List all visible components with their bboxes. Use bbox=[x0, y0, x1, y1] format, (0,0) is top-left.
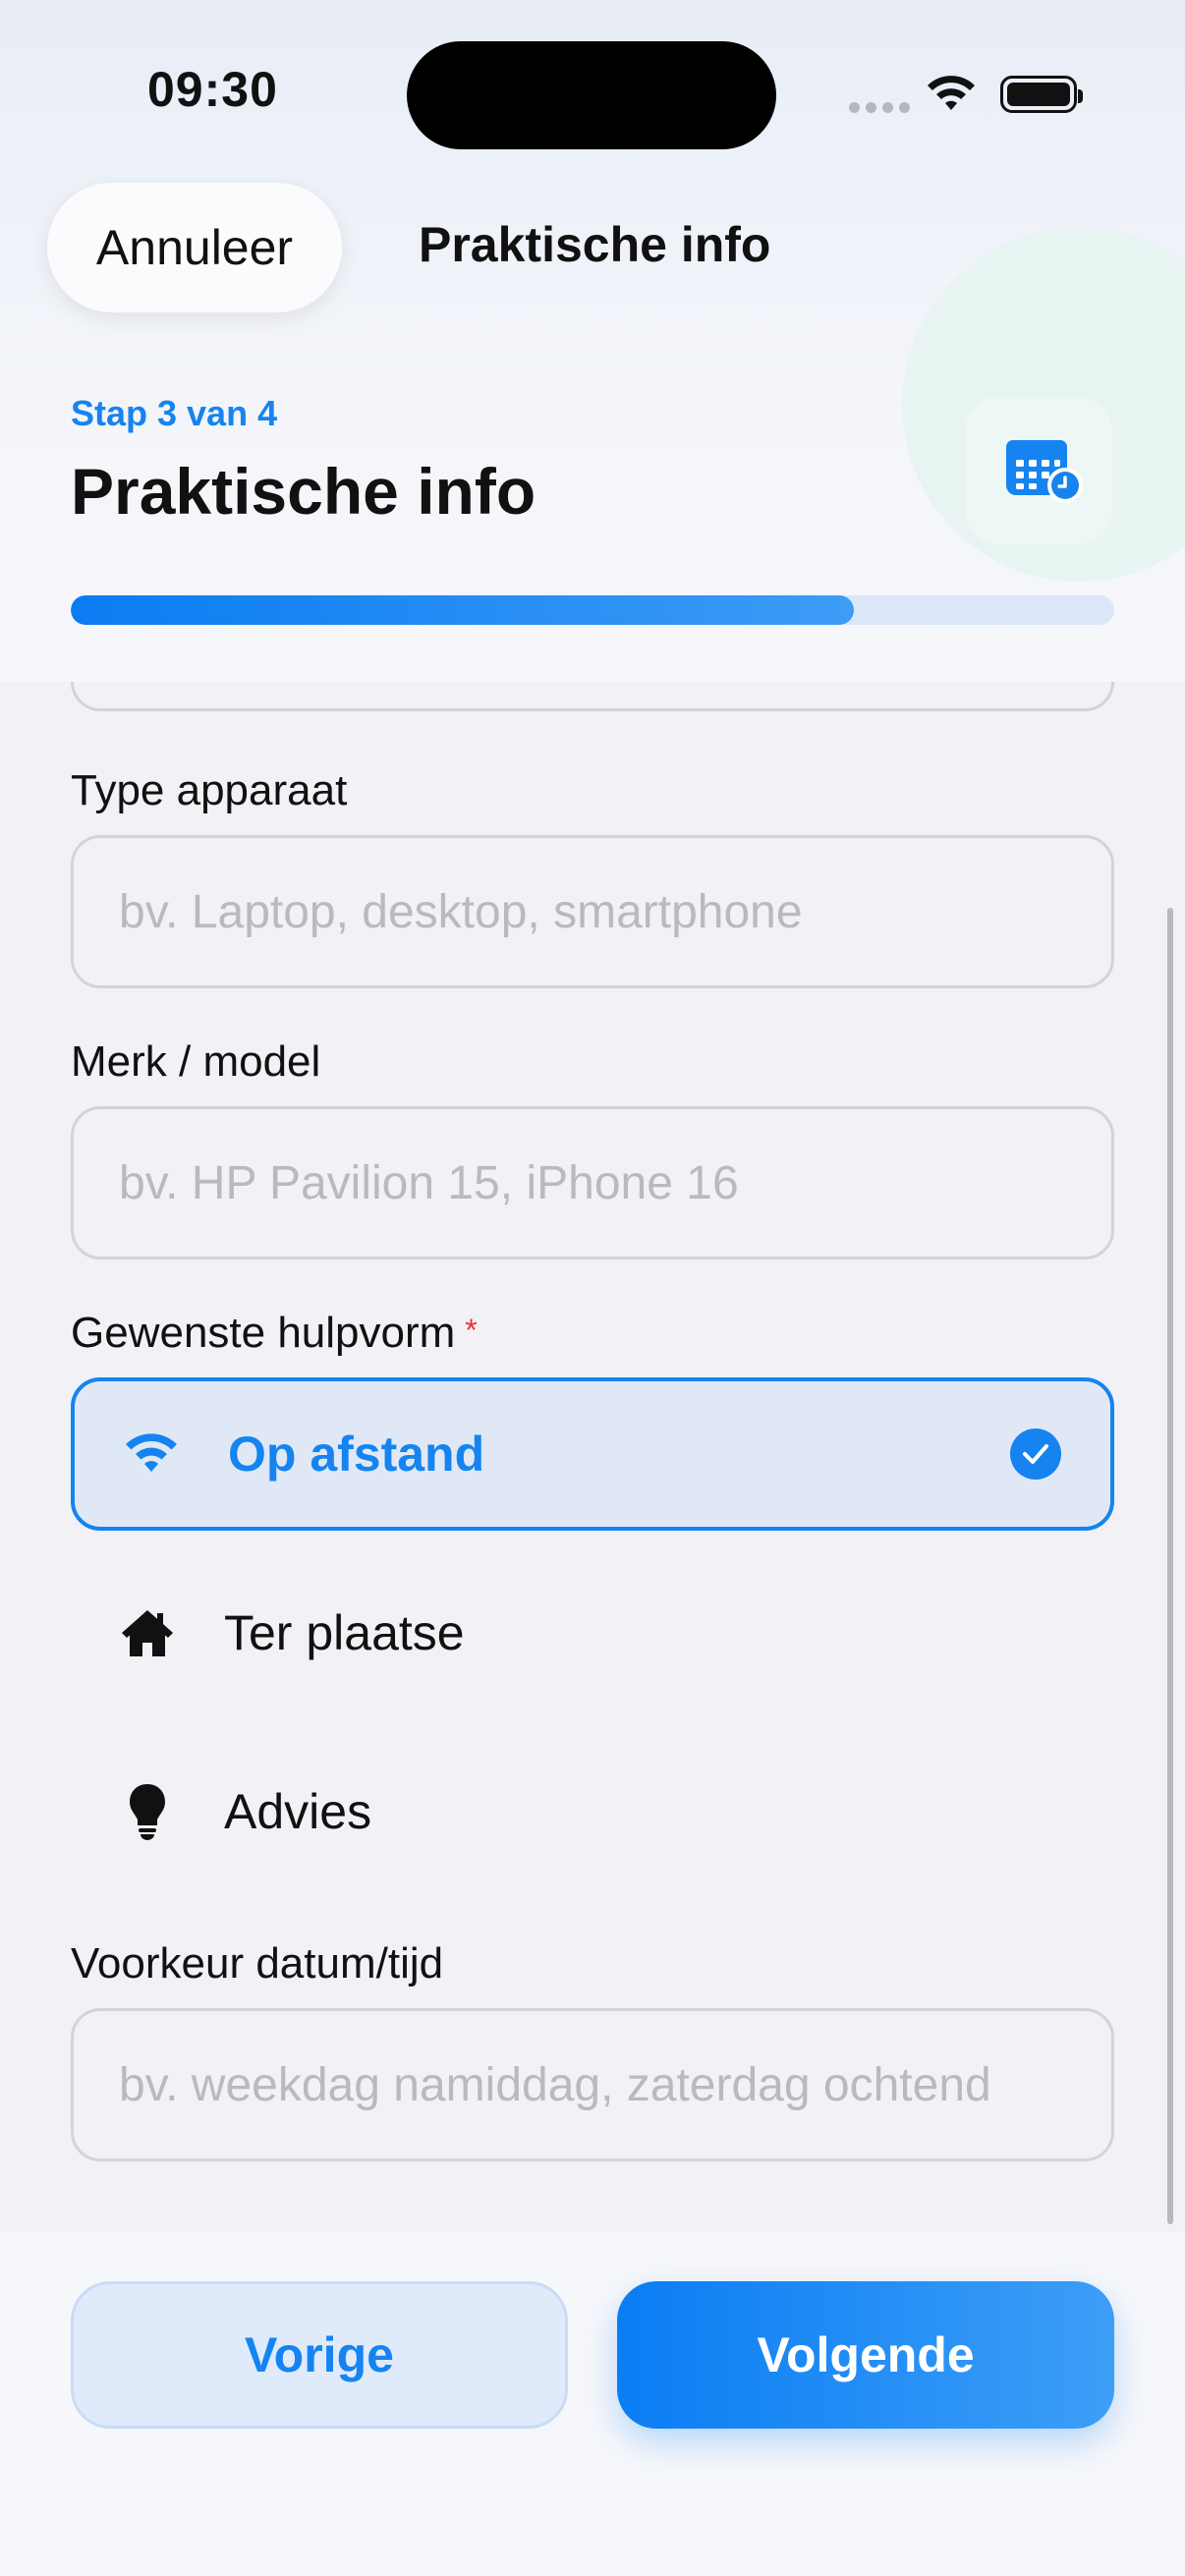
wifi-icon bbox=[124, 1427, 179, 1482]
progress-bar bbox=[71, 595, 1114, 625]
progress-fill bbox=[71, 595, 854, 625]
device-type-label: Type apparaat bbox=[71, 766, 348, 814]
house-icon bbox=[120, 1605, 175, 1660]
nav-title: Praktische info bbox=[419, 217, 771, 272]
header: 09:30 Annuleer Praktische info Stap 3 va… bbox=[0, 0, 1185, 682]
dynamic-island bbox=[407, 41, 776, 149]
next-button[interactable]: Volgende bbox=[617, 2281, 1114, 2429]
checkmark-icon bbox=[1010, 1428, 1061, 1480]
lightbulb-icon bbox=[120, 1784, 175, 1840]
brand-model-label: Merk / model bbox=[71, 1037, 321, 1086]
preferred-time-label: Voorkeur datum/tijd bbox=[71, 1939, 444, 1988]
step-indicator: Stap 3 van 4 bbox=[71, 393, 278, 433]
option-advice-label: Advies bbox=[224, 1784, 372, 1839]
footer: Vorige Volgende bbox=[0, 2232, 1185, 2576]
calendar-clock-icon bbox=[1006, 440, 1083, 503]
option-remote[interactable]: Op afstand bbox=[71, 1377, 1114, 1531]
option-remote-label: Op afstand bbox=[228, 1427, 485, 1482]
cancel-button[interactable]: Annuleer bbox=[47, 183, 342, 312]
wifi-status-icon bbox=[928, 76, 975, 110]
battery-icon bbox=[1000, 76, 1083, 113]
cellular-signal-icon bbox=[849, 102, 910, 113]
required-marker: * bbox=[465, 1313, 478, 1348]
previous-field-edge[interactable] bbox=[71, 682, 1114, 711]
help-type-label-text: Gewenste hulpvorm bbox=[71, 1309, 456, 1357]
option-advice[interactable]: Advies bbox=[71, 1735, 1114, 1888]
form-scroll-area[interactable]: Type apparaat Merk / model Gewenste hulp… bbox=[0, 682, 1185, 2232]
brand-model-input[interactable] bbox=[71, 1106, 1114, 1260]
option-on-site[interactable]: Ter plaatse bbox=[71, 1556, 1114, 1709]
preferred-time-input[interactable] bbox=[71, 2008, 1114, 2161]
scrollbar[interactable] bbox=[1167, 908, 1173, 2224]
page-title: Praktische info bbox=[71, 455, 536, 528]
status-time: 09:30 bbox=[147, 62, 278, 117]
previous-button[interactable]: Vorige bbox=[71, 2281, 568, 2429]
help-type-label: Gewenste hulpvorm * bbox=[71, 1309, 478, 1358]
device-type-input[interactable] bbox=[71, 835, 1114, 988]
option-on-site-label: Ter plaatse bbox=[224, 1605, 465, 1660]
